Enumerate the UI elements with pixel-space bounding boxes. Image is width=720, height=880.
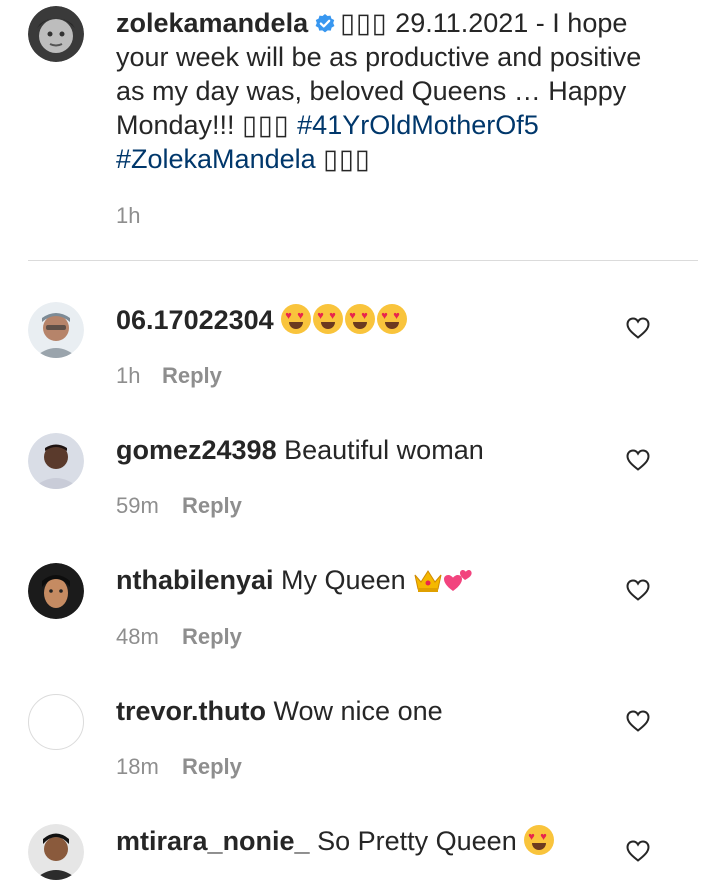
hashtag-link[interactable]: #ZolekaMandela <box>116 144 316 174</box>
unrendered-emoji-glyphs: ▯▯▯ <box>242 110 290 140</box>
verified-badge-icon <box>314 9 336 33</box>
comment-username[interactable]: nthabilenyai <box>116 565 274 595</box>
comment-username[interactable]: mtirara_nonie_ <box>116 826 310 856</box>
unrendered-emoji-glyphs: ▯▯▯ <box>340 8 388 38</box>
commenter-avatar[interactable] <box>28 824 84 880</box>
post-author-avatar[interactable] <box>28 6 84 62</box>
comment-body: nthabilenyai My Queen <box>116 563 473 597</box>
like-heart-icon[interactable] <box>626 579 650 601</box>
commenter-avatar[interactable] <box>28 563 84 619</box>
reply-button[interactable]: Reply <box>162 363 222 389</box>
caption-divider <box>28 260 698 261</box>
comment-timestamp: 18m <box>116 754 159 779</box>
comment-body: 06.17022304 ♥ ♥ ♥ ♥ ♥ ♥ ♥ ♥ <box>116 303 409 337</box>
comment-timestamp: 1h <box>116 363 141 388</box>
like-heart-icon[interactable] <box>626 449 650 471</box>
post-timestamp: 1h <box>116 203 141 228</box>
two-hearts-emoji-icon <box>443 567 473 593</box>
commenter-avatar[interactable] <box>28 302 84 358</box>
comment-username[interactable]: 06.17022304 <box>116 305 274 335</box>
reply-button[interactable]: Reply <box>182 493 242 519</box>
heart-eyes-emoji-icon: ♥ ♥ <box>524 825 556 856</box>
unrendered-emoji-glyphs: ▯▯▯ <box>323 144 371 174</box>
comment-username[interactable]: trevor.thuto <box>116 696 266 726</box>
heart-eyes-emoji-icon: ♥ ♥ ♥ ♥ ♥ ♥ ♥ ♥ <box>281 304 409 335</box>
crown-emoji-icon <box>413 567 443 593</box>
hashtag-link[interactable]: #41YrOldMotherOf5 <box>297 110 539 140</box>
commenter-avatar[interactable] <box>28 433 84 489</box>
comment-body: gomez24398 Beautiful woman <box>116 435 484 465</box>
like-heart-icon[interactable] <box>626 710 650 732</box>
reply-button[interactable]: Reply <box>182 754 242 780</box>
post-caption: zolekamandela ▯▯▯ 29.11.2021 - I hope you… <box>116 6 676 176</box>
like-heart-icon[interactable] <box>626 840 650 862</box>
comment-timestamp: 48m <box>116 624 159 649</box>
comment-body: trevor.thuto Wow nice one <box>116 696 443 726</box>
comment-body: mtirara_nonie_ So Pretty Queen ♥ ♥ <box>116 824 556 858</box>
post-author-username[interactable]: zolekamandela <box>116 8 308 38</box>
comment-timestamp: 59m <box>116 493 159 518</box>
comment-username[interactable]: gomez24398 <box>116 435 277 465</box>
commenter-avatar-placeholder[interactable] <box>28 694 84 750</box>
like-heart-icon[interactable] <box>626 317 650 339</box>
reply-button[interactable]: Reply <box>182 624 242 650</box>
